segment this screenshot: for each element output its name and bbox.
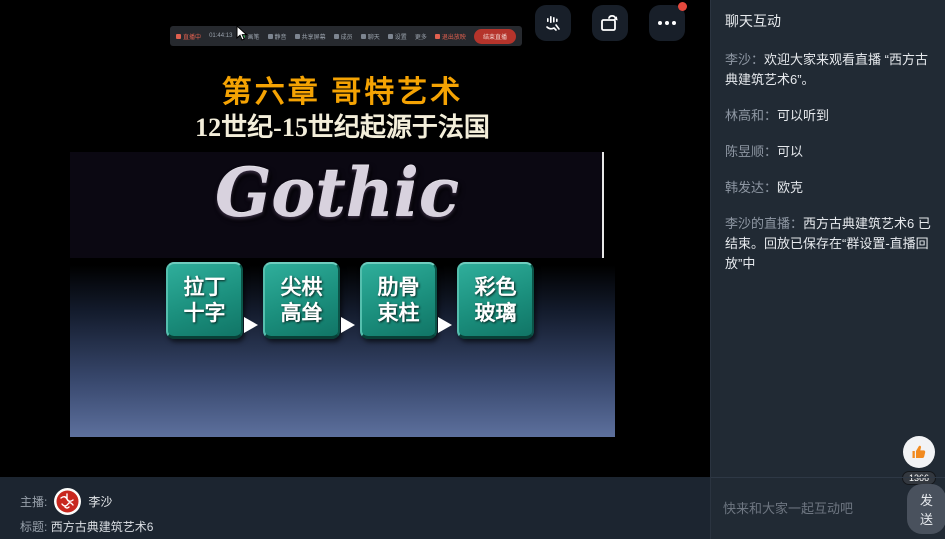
keyword-box-latin-cross: 拉丁 十字 <box>166 262 243 339</box>
slide-chapter-title: 第六章 哥特艺术 <box>70 67 615 111</box>
chat-system-message: 李沙的直播：西方古典建筑艺术6 已结束。回放已保存在“群设置-直播回放”中 <box>725 214 935 274</box>
chat-panel: 聊天互动 李沙：欢迎大家来观看直播 “西方古典建筑艺术6”。 林高和：可以听到 … <box>710 0 945 539</box>
members-icon <box>334 34 339 39</box>
chat-message-text: 欧克 <box>777 180 803 195</box>
chat-panel-title: 聊天互动 <box>725 11 781 31</box>
host-name: 李沙 <box>88 493 112 510</box>
toolbar-item-timer: 01:44:13 <box>209 33 232 39</box>
presentation-toolbar: 直播中 01:44:13 画笔 静音 共享屏幕 成员 聊天 设置 更多 退出放映… <box>170 26 522 46</box>
keyword-line: 尖栱 <box>281 274 323 300</box>
keyword-line: 肋骨 <box>378 274 420 300</box>
chat-message-sender: 李沙的直播： <box>725 216 803 231</box>
microphone-icon <box>268 34 273 39</box>
toolbar-item-share-screen[interactable]: 共享屏幕 <box>295 32 326 41</box>
keyword-line: 玻璃 <box>475 300 517 326</box>
send-button[interactable]: 发送 <box>907 484 945 534</box>
toolbar-item-chat[interactable]: 聊天 <box>361 32 380 41</box>
keyword-line: 高耸 <box>281 300 323 326</box>
rotate-screen-icon <box>599 12 621 34</box>
keyword-line: 拉丁 <box>184 274 226 300</box>
arrow-right-icon <box>244 317 258 333</box>
chat-message-text: 可以 <box>777 144 803 159</box>
seal-avatar-icon <box>56 490 79 513</box>
more-dots-icon <box>658 21 676 25</box>
host-avatar <box>54 488 81 515</box>
chat-message-input[interactable] <box>723 501 899 516</box>
host-label: 主播: <box>20 493 47 510</box>
toolbar-item-settings[interactable]: 设置 <box>388 32 407 41</box>
live-stream-window: 直播中 01:44:13 画笔 静音 共享屏幕 成员 聊天 设置 更多 退出放映… <box>0 0 945 539</box>
slide-image-edge-line <box>602 152 604 258</box>
toolbar-item-exit[interactable]: 退出放映 <box>435 32 466 41</box>
gear-icon <box>388 34 393 39</box>
title-row: 标题: 西方古典建筑艺术6 <box>20 518 153 535</box>
keyword-line: 束柱 <box>378 300 420 326</box>
toolbar-item-live[interactable]: 直播中 <box>176 32 201 41</box>
chat-message-sender: 陈昱顺： <box>725 144 777 159</box>
audio-effects-button[interactable] <box>535 5 571 41</box>
keyword-box-pointed-arch: 尖栱 高耸 <box>263 262 340 339</box>
chat-message: 韩发达：欧克 <box>725 178 935 198</box>
chat-message: 林高和：可以听到 <box>725 106 935 126</box>
chat-message-sender: 李沙： <box>725 52 764 67</box>
stream-stage: 直播中 01:44:13 画笔 静音 共享屏幕 成员 聊天 设置 更多 退出放映… <box>0 0 710 477</box>
live-icon <box>176 34 181 39</box>
exit-icon <box>435 34 440 39</box>
slide-subtitle: 12世纪-15世纪起源于法国 <box>70 107 615 144</box>
chat-message-text: 可以听到 <box>777 108 829 123</box>
notification-dot <box>678 2 687 11</box>
stream-title-label: 标题: <box>20 520 47 534</box>
presentation-slide: 第六章 哥特艺术 12世纪-15世纪起源于法国 Gothic 拉丁 十字 尖栱 … <box>70 55 615 437</box>
stream-title-value: 西方古典建筑艺术6 <box>51 520 154 534</box>
stream-info-footer: 主播: 李沙 标题: 西方古典建筑艺术6 <box>0 477 710 539</box>
mouse-cursor <box>236 26 250 42</box>
chat-input-bar: 发送 <box>711 477 945 539</box>
gothic-word-text: Gothic <box>70 154 604 232</box>
sound-wave-icon <box>543 13 563 33</box>
toolbar-item-more[interactable]: 更多 <box>415 32 427 41</box>
chat-message-list: 李沙：欢迎大家来观看直播 “西方古典建筑艺术6”。 林高和：可以听到 陈昱顺：可… <box>725 50 935 290</box>
chat-message: 陈昱顺：可以 <box>725 142 935 162</box>
keyword-box-stained-glass: 彩色 玻璃 <box>457 262 534 339</box>
rotate-screen-button[interactable] <box>592 5 628 41</box>
gothic-image: Gothic <box>70 152 604 258</box>
keyword-line: 十字 <box>184 300 226 326</box>
chat-message-sender: 韩发达： <box>725 180 777 195</box>
arrow-right-icon <box>341 317 355 333</box>
share-screen-icon <box>295 34 300 39</box>
end-live-button[interactable]: 结束直播 <box>474 29 516 44</box>
keyword-line: 彩色 <box>475 274 517 300</box>
keyword-box-rib-vault: 肋骨 束柱 <box>360 262 437 339</box>
chat-icon <box>361 34 366 39</box>
toolbar-item-members[interactable]: 成员 <box>334 32 353 41</box>
chat-message: 李沙：欢迎大家来观看直播 “西方古典建筑艺术6”。 <box>725 50 935 90</box>
toolbar-item-mute[interactable]: 静音 <box>268 32 287 41</box>
like-button[interactable] <box>903 436 935 468</box>
chat-message-sender: 林高和： <box>725 108 777 123</box>
arrow-right-icon <box>438 317 452 333</box>
host-row: 主播: 李沙 <box>20 488 112 515</box>
thumbs-up-icon <box>910 443 928 461</box>
